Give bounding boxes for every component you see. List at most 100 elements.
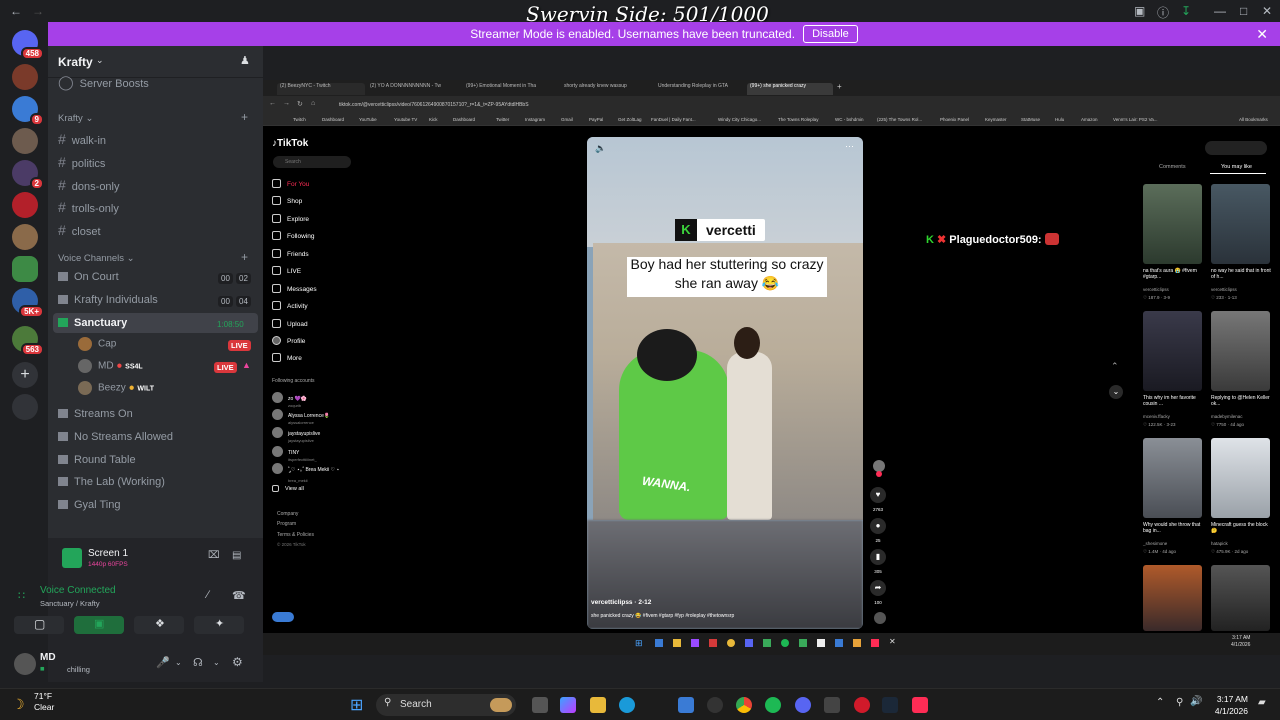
bookmark-item[interactable]: Dashboard	[322, 117, 344, 122]
bookmark-item[interactable]: WC - bshdmin	[835, 117, 864, 122]
browser-tab[interactable]: Understanding Roleplay in GTA	[655, 83, 745, 95]
nav-activity[interactable]: Activity	[272, 301, 308, 310]
banner-close-icon[interactable]: ✕	[1256, 26, 1268, 43]
disable-button[interactable]: Disable	[803, 25, 858, 43]
suggestion-author[interactable]: vercetticlipss	[1211, 287, 1237, 292]
server-icon[interactable]	[12, 192, 38, 218]
like-heart-icon[interactable]: ♥	[870, 487, 886, 503]
suggestion-thumbnail[interactable]	[1211, 311, 1270, 391]
voice-connected-title[interactable]: Voice Connected	[40, 585, 116, 596]
chevron-down-icon[interactable]: ⌄	[213, 658, 220, 667]
signal-icon[interactable]: ∷	[18, 589, 25, 602]
new-tab-icon[interactable]: +	[837, 82, 842, 91]
browser-tab[interactable]: (2) YO A DONNNNNNNNN - Tw	[367, 83, 455, 95]
voice-user[interactable]: Beezy ● WILT	[78, 381, 154, 395]
suggestion-caption[interactable]: na that's aura 😭 #fivem #gtarp...	[1143, 268, 1205, 280]
taskbar-app-icon[interactable]	[655, 639, 663, 647]
spotify-icon[interactable]	[765, 697, 781, 713]
suggestion-author[interactable]: mceniv.ffacky	[1143, 414, 1170, 419]
taskbar-app-icon[interactable]	[691, 639, 699, 647]
voice-channel-gyal-ting[interactable]: Gyal Ting	[58, 499, 120, 511]
follow-plus-icon[interactable]	[876, 471, 882, 477]
taskbar-app-icon[interactable]	[763, 639, 771, 647]
toggle-switch[interactable]	[272, 612, 294, 622]
opera-icon[interactable]	[854, 697, 870, 713]
xbox-icon[interactable]	[824, 697, 840, 713]
server-icon[interactable]	[12, 64, 38, 90]
home-icon[interactable]: ⌂	[311, 100, 315, 107]
system-clock[interactable]: 3:17 AM 4/1/2026	[1204, 693, 1248, 717]
voice-user[interactable]: Cap	[78, 337, 116, 351]
taskbar-app-icon[interactable]	[853, 639, 861, 647]
next-video-icon[interactable]: ⌄	[1109, 385, 1123, 399]
bookmark-item[interactable]: Twitch	[293, 117, 306, 122]
bookmark-item[interactable]: The Towns Roleplay	[778, 117, 818, 122]
taskbar-app-icon[interactable]	[745, 639, 753, 647]
category-header[interactable]: Krafty ⌄	[58, 113, 93, 124]
taskbar-app-icon[interactable]	[781, 639, 789, 647]
forward-icon[interactable]: →	[283, 100, 290, 107]
stop-stream-icon[interactable]: ⌧	[208, 550, 220, 561]
add-friend-icon[interactable]: ♟	[240, 54, 250, 67]
weather-moon-icon[interactable]: ☽	[12, 696, 25, 713]
popout-icon[interactable]: ▤	[232, 550, 241, 561]
suggestion-thumbnail[interactable]	[1143, 565, 1202, 631]
tab-comments[interactable]: Comments	[1159, 164, 1186, 170]
following-account[interactable]: Alyssa Lorrence🌷 alyssalorrence	[272, 409, 330, 426]
tiktok-logo[interactable]: ♪TikTok	[272, 138, 308, 149]
following-account[interactable]: zo 💜🌸 zoqurib	[272, 392, 307, 409]
reload-icon[interactable]: ↻	[297, 100, 303, 108]
suggestion-thumbnail[interactable]	[1143, 311, 1202, 391]
microphone-icon[interactable]: 🎤	[156, 656, 170, 669]
bookmark-item[interactable]: Instagram	[525, 117, 545, 122]
suggestion-caption[interactable]: Minecraft guess the block 🤔	[1211, 522, 1273, 534]
bookmark-item[interactable]: Windy City Chicago...	[718, 117, 761, 122]
bookmark-item[interactable]: Amazon	[1081, 117, 1098, 122]
close-icon[interactable]: ✕	[1262, 4, 1272, 18]
suggestion-thumbnail[interactable]	[1143, 438, 1202, 518]
server-icon[interactable]	[12, 128, 38, 154]
server-boosts-item[interactable]: ◯ Server Boosts	[58, 74, 149, 91]
back-arrow-icon[interactable]: ←	[10, 4, 22, 18]
channel-walk-in[interactable]: # walk-in	[58, 131, 106, 147]
chevron-up-icon[interactable]: ⌃	[1156, 697, 1164, 708]
nav-friends[interactable]: Friends	[272, 249, 309, 258]
voice-channel-no-streams[interactable]: No Streams Allowed	[58, 431, 173, 443]
suggestion-thumbnail[interactable]	[1143, 184, 1202, 264]
notification-bell-icon[interactable]: ▰	[1258, 697, 1266, 708]
voice-connected-sub[interactable]: Sanctuary / Krafty	[40, 599, 100, 608]
discord-icon[interactable]	[795, 697, 811, 713]
suggestion-author[interactable]: _shesimone	[1143, 541, 1167, 546]
disconnect-icon[interactable]: ☎	[232, 589, 246, 602]
channel-trolls-only[interactable]: # trolls-only	[58, 199, 119, 215]
bookmark-item[interactable]: Twitter	[496, 117, 509, 122]
windows-start-icon[interactable]: ⊞	[350, 695, 363, 715]
more-options-icon[interactable]: ⋯	[845, 141, 854, 152]
suggestion-author[interactable]: vercetticlipss	[1143, 287, 1169, 292]
screen-preview-thumb[interactable]	[62, 548, 82, 568]
bookmark-item[interactable]: Phoenix Panel	[940, 117, 969, 122]
server-icon[interactable]: 5K+	[12, 288, 44, 318]
volume-icon[interactable]: 🔊	[1190, 696, 1202, 707]
nav-live[interactable]: LIVE	[272, 266, 301, 275]
outlook-icon[interactable]	[678, 697, 694, 713]
file-explorer-icon[interactable]	[590, 697, 606, 713]
location-icon[interactable]: ⚲	[1176, 697, 1183, 708]
edge-icon[interactable]	[619, 697, 635, 713]
user-name[interactable]: MD	[40, 652, 56, 663]
server-icon-krafty[interactable]	[12, 256, 38, 282]
taskbar-app-icon[interactable]	[709, 639, 717, 647]
chrome-icon[interactable]	[736, 697, 752, 713]
add-channel-icon[interactable]: +	[241, 110, 248, 124]
discover-icon[interactable]	[12, 394, 38, 420]
nav-profile[interactable]: Profile	[272, 336, 305, 345]
footer-link[interactable]: Program	[277, 521, 296, 527]
settings-gear-icon[interactable]: ⚙	[232, 655, 243, 669]
bookmark-item[interactable]: YouTube	[359, 117, 377, 122]
suggestion-author[interactable]: madebymilenac	[1211, 414, 1243, 419]
previous-video-icon[interactable]: ⌃	[1111, 361, 1119, 372]
suggestion-caption[interactable]: Replying to @Helen Keller ok...	[1211, 395, 1273, 407]
footer-link[interactable]: Company	[277, 511, 298, 517]
video-author[interactable]: vercetticlipss · 2-12	[591, 599, 651, 606]
tiktok-search-input[interactable]: Search	[273, 156, 351, 168]
